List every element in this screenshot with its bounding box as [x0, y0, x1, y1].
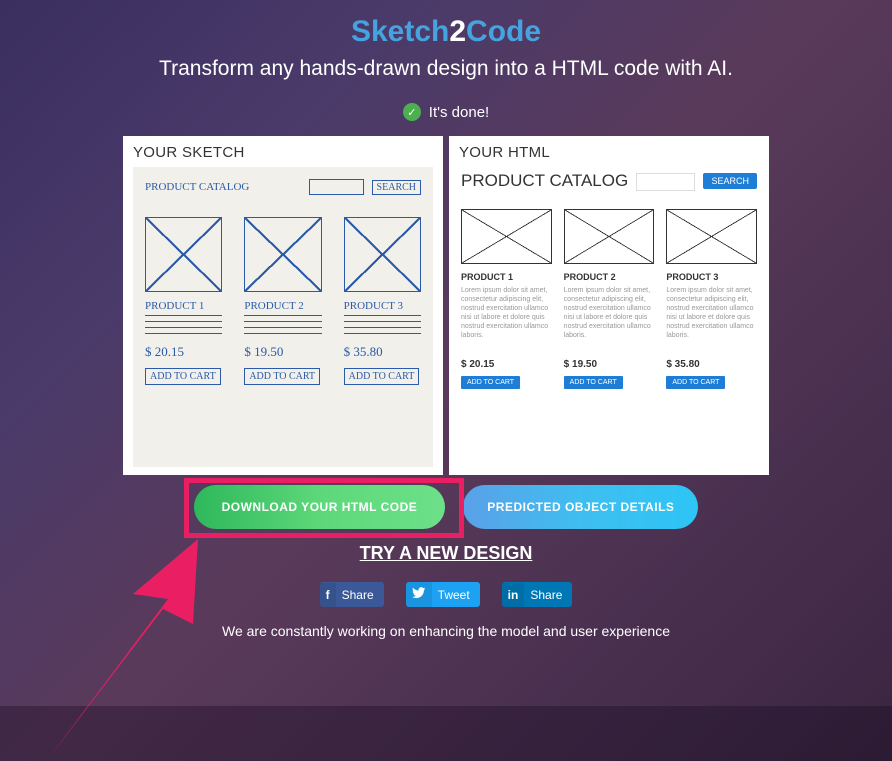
sketch-product-price: $ 20.15	[145, 344, 222, 360]
html-product-desc: Lorem ipsum dolor sit amet, consectetur …	[666, 286, 757, 341]
html-panel: YOUR HTML PRODUCT CATALOG SEARCH PRODUCT…	[449, 136, 769, 475]
sketch-image-placeholder	[145, 217, 222, 292]
page-subtitle: Transform any hands-drawn design into a …	[0, 57, 892, 81]
sketch-add-cart: ADD TO CART	[145, 368, 221, 385]
sketch-search-button: SEARCH	[372, 180, 421, 195]
html-panel-title: YOUR HTML	[459, 144, 759, 161]
html-search-button: SEARCH	[703, 173, 757, 189]
html-add-cart: ADD TO CART	[564, 376, 623, 389]
sketch-product-name: PRODUCT 3	[344, 300, 421, 316]
status-text: It's done!	[429, 104, 489, 121]
sketch-image: PRODUCT CATALOG SEARCH PRODUCT 1 $ 20.15…	[133, 167, 433, 467]
sketch-catalog-label: PRODUCT CATALOG	[145, 181, 301, 193]
html-add-cart: ADD TO CART	[666, 376, 725, 389]
try-new-design-link[interactable]: TRY A NEW DESIGN	[360, 543, 533, 564]
sketch-product-1: PRODUCT 1 $ 20.15 ADD TO CART	[145, 217, 222, 385]
predicted-details-button[interactable]: PREDICTED OBJECT DETAILS	[463, 485, 698, 529]
sketch-add-cart: ADD TO CART	[344, 368, 420, 385]
html-image-placeholder	[461, 209, 552, 264]
page-title: Sketch2Code	[0, 15, 892, 49]
linkedin-icon: in	[502, 583, 525, 607]
html-search-input	[636, 173, 695, 191]
html-product-price: $ 19.50	[564, 359, 655, 370]
facebook-share-button[interactable]: f Share	[320, 582, 384, 607]
sketch-product-price: $ 35.80	[344, 344, 421, 360]
check-icon: ✓	[403, 103, 421, 121]
sketch-product-price: $ 19.50	[244, 344, 321, 360]
html-image-placeholder	[564, 209, 655, 264]
linkedin-share-button[interactable]: in Share	[502, 582, 573, 607]
html-image-placeholder	[666, 209, 757, 264]
footer-text: We are constantly working on enhancing t…	[0, 623, 892, 639]
html-product-desc: Lorem ipsum dolor sit amet, consectetur …	[461, 286, 552, 341]
linkedin-share-label: Share	[524, 583, 572, 607]
download-html-button[interactable]: DOWNLOAD YOUR HTML CODE	[194, 485, 446, 529]
title-part-2: 2	[449, 15, 466, 48]
sketch-panel: YOUR SKETCH PRODUCT CATALOG SEARCH PRODU…	[123, 136, 443, 475]
html-product-price: $ 35.80	[666, 359, 757, 370]
html-product-name: PRODUCT 3	[666, 272, 757, 282]
sketch-image-placeholder	[244, 217, 321, 292]
sketch-product-2: PRODUCT 2 $ 19.50 ADD TO CART	[244, 217, 321, 385]
bottom-bar	[0, 706, 892, 761]
sketch-product-3: PRODUCT 3 $ 35.80 ADD TO CART	[344, 217, 421, 385]
sketch-search-box	[309, 179, 364, 195]
html-product-1: PRODUCT 1 Lorem ipsum dolor sit amet, co…	[461, 209, 552, 389]
twitter-tweet-label: Tweet	[432, 583, 480, 607]
html-add-cart: ADD TO CART	[461, 376, 520, 389]
twitter-tweet-button[interactable]: Tweet	[406, 582, 480, 607]
facebook-icon: f	[320, 583, 336, 607]
sketch-product-name: PRODUCT 2	[244, 300, 321, 316]
status-bar: ✓ It's done!	[0, 103, 892, 121]
html-product-desc: Lorem ipsum dolor sit amet, consectetur …	[564, 286, 655, 341]
html-product-name: PRODUCT 2	[564, 272, 655, 282]
title-part-code: Code	[466, 15, 541, 48]
html-product-2: PRODUCT 2 Lorem ipsum dolor sit amet, co…	[564, 209, 655, 389]
html-product-name: PRODUCT 1	[461, 272, 552, 282]
sketch-product-name: PRODUCT 1	[145, 300, 222, 316]
facebook-share-label: Share	[336, 583, 384, 607]
sketch-add-cart: ADD TO CART	[244, 368, 320, 385]
html-catalog-label: PRODUCT CATALOG	[461, 171, 628, 191]
html-product-3: PRODUCT 3 Lorem ipsum dolor sit amet, co…	[666, 209, 757, 389]
sketch-image-placeholder	[344, 217, 421, 292]
title-part-sketch: Sketch	[351, 15, 449, 48]
html-product-price: $ 20.15	[461, 359, 552, 370]
twitter-icon	[406, 582, 432, 607]
sketch-panel-title: YOUR SKETCH	[133, 144, 433, 161]
